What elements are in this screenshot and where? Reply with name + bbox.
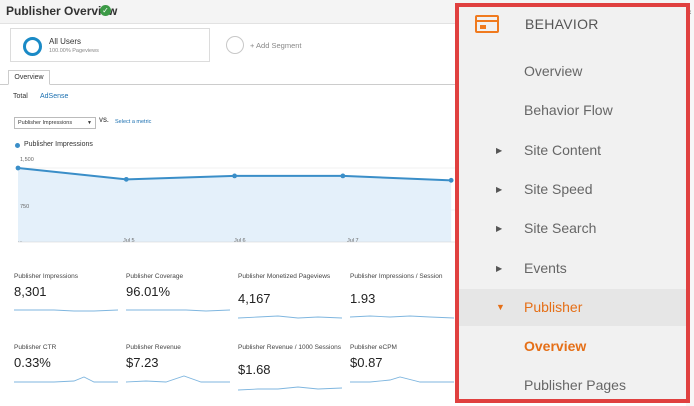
sparkline-path bbox=[126, 375, 230, 383]
x-tick-label: ... bbox=[18, 238, 23, 244]
metric-card-value: 1.93 bbox=[350, 291, 376, 306]
menu-item-publisher-pages[interactable]: Publisher Pages bbox=[459, 367, 686, 399]
menu-item-label: Site Speed bbox=[524, 180, 593, 197]
menu-item-site-search[interactable]: ▶ Site Search bbox=[459, 210, 686, 247]
menu-item-overview-publisher[interactable]: Overview bbox=[459, 328, 686, 365]
sparkline-path bbox=[238, 386, 342, 391]
metric-card[interactable]: Publisher Revenue $7.23 bbox=[126, 344, 236, 406]
select-metric-link[interactable]: Select a metric bbox=[115, 119, 151, 125]
y-tick-label: 750 bbox=[20, 204, 29, 210]
metric-card-label: Publisher Revenue bbox=[126, 344, 181, 351]
metric-card[interactable]: Publisher Impressions / Session 1.93 bbox=[350, 273, 460, 335]
chart-data-point[interactable] bbox=[15, 165, 21, 171]
menu-item-site-content[interactable]: ▶ Site Content bbox=[459, 132, 686, 169]
metric-sparkline bbox=[14, 309, 118, 312]
y-tick-label: 1,500 bbox=[20, 157, 34, 163]
metric-card-value: $1.68 bbox=[238, 362, 271, 377]
chevron-right-icon: ▶ bbox=[496, 224, 503, 234]
metric-card-value: 0.33% bbox=[14, 355, 51, 370]
x-tick-label: Jul 7 bbox=[347, 238, 359, 244]
tab-divider bbox=[0, 84, 460, 85]
metric-sparkline bbox=[238, 315, 342, 319]
menu-item-label: Overview bbox=[524, 338, 587, 355]
impressions-line-chart: 1,500 750... Jul 5 Jul 6 Jul 7 bbox=[15, 157, 460, 244]
metric-dropdown[interactable]: Publisher Impressions ▼ bbox=[14, 117, 96, 129]
metric-sparkline bbox=[350, 376, 454, 383]
add-segment-label: + Add Segment bbox=[250, 41, 302, 50]
metric-card[interactable]: Publisher Revenue / 1000 Sessions $1.68 bbox=[238, 344, 348, 406]
x-tick-label: Jul 5 bbox=[123, 238, 135, 244]
behavior-nav-menu: BEHAVIOR Overview Behavior Flow ▶ Site Cont… bbox=[455, 3, 690, 403]
menu-item-overview[interactable]: Overview bbox=[459, 53, 686, 90]
menu-item-label: Site Content bbox=[524, 141, 602, 158]
chart-data-point[interactable] bbox=[123, 176, 129, 182]
segment-subtitle: 100.00% Pageviews bbox=[49, 48, 99, 54]
metric-card[interactable]: Publisher Monetized Pageviews 4,167 bbox=[238, 273, 348, 335]
x-tick-label: Jul 6 bbox=[234, 238, 246, 244]
metric-card-value: 4,167 bbox=[238, 291, 271, 306]
metric-sparkline bbox=[14, 376, 118, 383]
subtab-total[interactable]: Total bbox=[13, 93, 28, 100]
metric-sparkline bbox=[126, 309, 230, 312]
menu-item-label: Events bbox=[524, 259, 567, 276]
metric-card[interactable]: Publisher eCPM $0.87 bbox=[350, 344, 460, 406]
add-segment-circle-icon bbox=[226, 36, 244, 54]
metric-sparkline bbox=[350, 315, 454, 319]
legend-dot-icon bbox=[15, 143, 20, 148]
metric-card[interactable]: Publisher CTR 0.33% bbox=[14, 344, 124, 406]
metric-sparkline bbox=[126, 375, 230, 383]
vs-label: VS. bbox=[99, 118, 109, 124]
metric-card-label: Publisher Revenue / 1000 Sessions bbox=[238, 344, 341, 351]
menu-item-label: Overview bbox=[524, 63, 583, 79]
menu-item-label: Publisher bbox=[524, 298, 583, 315]
chart-legend-label: Publisher Impressions bbox=[24, 141, 93, 148]
metric-card-label: Publisher Impressions / Session bbox=[350, 273, 443, 280]
tab-overview[interactable]: Overview bbox=[8, 70, 50, 85]
metric-card[interactable]: Publisher Coverage 96.01% bbox=[126, 273, 236, 335]
menu-item-events[interactable]: ▶ Events bbox=[459, 250, 686, 287]
menu-item-label: Behavior Flow bbox=[524, 102, 613, 119]
segment-circle-icon bbox=[23, 37, 42, 56]
sparkline-path bbox=[350, 315, 454, 319]
sparkline-path bbox=[14, 376, 118, 383]
chevron-right-icon: ▶ bbox=[496, 145, 503, 155]
metric-card-label: Publisher Monetized Pageviews bbox=[238, 273, 331, 280]
metric-card-label: Publisher eCPM bbox=[350, 344, 397, 351]
menu-item-behavior-flow[interactable]: Behavior Flow bbox=[459, 92, 686, 129]
menu-item-publisher[interactable]: ▼ Publisher bbox=[459, 288, 686, 326]
sparkline-path bbox=[238, 315, 342, 319]
metric-dropdown-value: Publisher Impressions bbox=[18, 120, 73, 126]
sparkline-path bbox=[350, 376, 454, 383]
metric-card-value: 8,301 bbox=[14, 284, 47, 299]
metric-card-value: $0.87 bbox=[350, 355, 383, 370]
chart-area-fill bbox=[18, 168, 452, 242]
chevron-down-icon: ▼ bbox=[496, 301, 505, 312]
menu-item-site-speed[interactable]: ▶ Site Speed bbox=[459, 171, 686, 208]
chart-data-point[interactable] bbox=[448, 177, 454, 183]
menu-item-label: Publisher Pages bbox=[524, 377, 626, 394]
metric-card[interactable]: Publisher Impressions 8,301 bbox=[14, 273, 124, 335]
sparkline-path bbox=[126, 309, 230, 312]
subtab-adsense[interactable]: AdSense bbox=[40, 93, 68, 100]
segment-name: All Users bbox=[49, 37, 82, 46]
metric-card-value: 96.01% bbox=[126, 284, 171, 299]
chevron-down-icon: ▼ bbox=[87, 120, 92, 126]
menu-section-title[interactable]: BEHAVIOR bbox=[525, 16, 599, 32]
chevron-right-icon: ▶ bbox=[496, 184, 503, 194]
metric-card-label: Publisher Coverage bbox=[126, 273, 184, 280]
behavior-icon bbox=[475, 15, 499, 33]
sparkline-path bbox=[14, 309, 118, 312]
menu-item-label: Site Search bbox=[524, 220, 597, 237]
chart-data-point[interactable] bbox=[340, 173, 346, 179]
chevron-right-icon: ▶ bbox=[496, 263, 503, 273]
chart-data-point[interactable] bbox=[232, 173, 237, 179]
metric-card-value: $7.23 bbox=[126, 355, 159, 370]
add-segment-button[interactable]: + Add Segment bbox=[226, 36, 426, 56]
metric-card-label: Publisher Impressions bbox=[14, 273, 78, 280]
verified-check-icon: ✓ bbox=[100, 5, 111, 16]
metric-sparkline bbox=[238, 386, 342, 391]
metric-card-label: Publisher CTR bbox=[14, 344, 57, 351]
segment-all-users[interactable]: All Users 100.00% Pageviews bbox=[10, 28, 210, 62]
